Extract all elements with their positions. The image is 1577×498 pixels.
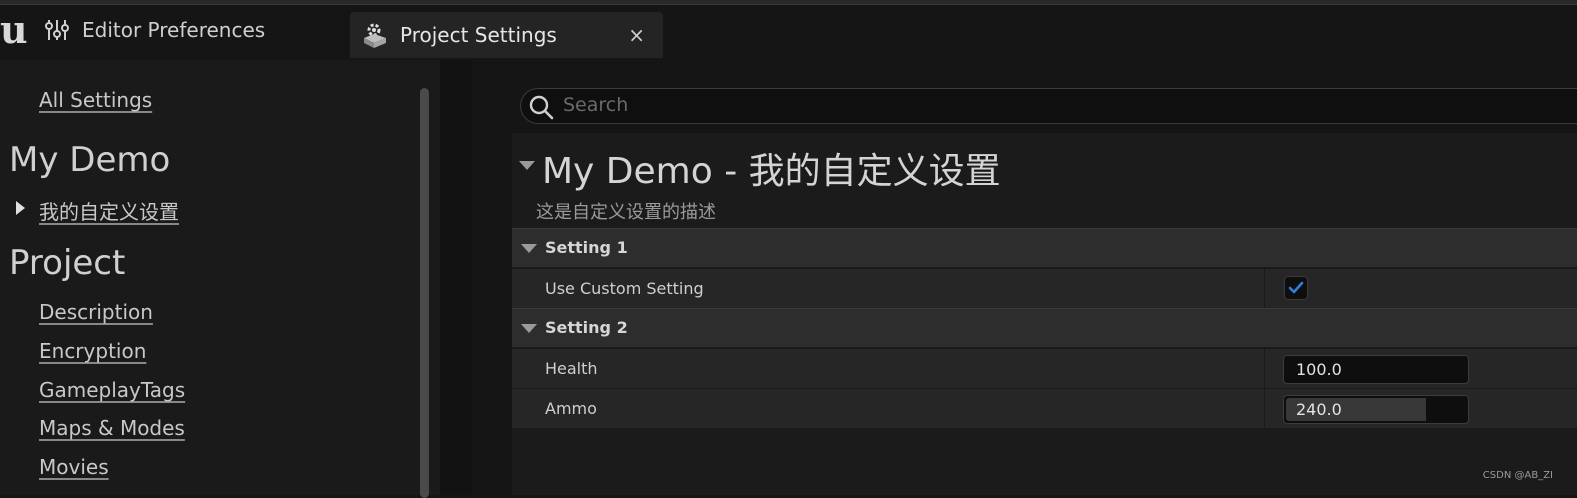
- property-row-health: Health 100.0: [512, 348, 1577, 388]
- sidebar-item-encryption[interactable]: Encryption: [39, 339, 146, 363]
- sidebar-item-custom-settings[interactable]: 我的自定义设置: [39, 196, 179, 225]
- category-label: Setting 1: [545, 238, 628, 257]
- search-icon: [528, 94, 554, 120]
- property-label: Ammo: [545, 399, 597, 418]
- health-number-input[interactable]: 100.0: [1283, 355, 1469, 384]
- sliders-icon: [40, 13, 74, 47]
- collapse-arrow-icon[interactable]: [519, 161, 535, 170]
- use-custom-setting-checkbox[interactable]: [1284, 276, 1308, 300]
- sidebar-group-title: Project: [9, 243, 126, 283]
- column-splitter[interactable]: [1264, 349, 1265, 388]
- section-description: 这是自定义设置的描述: [536, 202, 716, 223]
- sidebar-group-title: My Demo: [9, 140, 171, 180]
- health-value: 100.0: [1296, 360, 1342, 379]
- sidebar-item-gameplaytags[interactable]: GameplayTags: [39, 378, 185, 402]
- section-title: My Demo - 我的自定义设置: [542, 151, 1001, 192]
- tab-label: Editor Preferences: [82, 18, 266, 42]
- tab-project-settings[interactable]: Project Settings ×: [350, 12, 663, 58]
- column-splitter[interactable]: [1264, 389, 1265, 428]
- expand-arrow-icon: [16, 201, 25, 215]
- sidebar-scrollbar[interactable]: [420, 88, 429, 498]
- category-header-setting-2[interactable]: Setting 2: [512, 308, 1577, 347]
- sidebar-link-all-settings[interactable]: All Settings: [39, 88, 152, 112]
- property-row-use-custom-setting: Use Custom Setting: [512, 268, 1577, 308]
- panel-splitter[interactable]: [440, 60, 472, 495]
- property-label: Health: [545, 359, 598, 378]
- category-header-setting-1[interactable]: Setting 1: [512, 228, 1577, 267]
- gear-box-icon: [358, 18, 392, 52]
- collapse-arrow-icon[interactable]: [521, 244, 537, 253]
- close-icon[interactable]: ×: [628, 23, 645, 47]
- sidebar-item-maps-modes[interactable]: Maps & Modes: [39, 416, 185, 440]
- property-label: Use Custom Setting: [545, 279, 704, 298]
- watermark: CSDN @AB_ZI: [1482, 470, 1553, 481]
- tab-editor-preferences[interactable]: Editor Preferences: [40, 7, 330, 53]
- tab-label: Project Settings: [400, 23, 557, 47]
- search-input[interactable]: [520, 88, 1577, 124]
- category-label: Setting 2: [545, 318, 628, 337]
- search-placeholder: Search: [563, 94, 629, 116]
- column-splitter[interactable]: [1264, 269, 1265, 308]
- unreal-logo-icon: u: [0, 7, 28, 52]
- checkmark-icon: [1288, 281, 1304, 294]
- sidebar-item-movies[interactable]: Movies: [39, 455, 109, 479]
- ammo-slider-input[interactable]: 240.0: [1283, 395, 1469, 424]
- property-row-ammo: Ammo 240.0: [512, 388, 1577, 428]
- ammo-value: 240.0: [1296, 400, 1342, 419]
- collapse-arrow-icon[interactable]: [521, 324, 537, 333]
- sidebar-item-description[interactable]: Description: [39, 300, 153, 324]
